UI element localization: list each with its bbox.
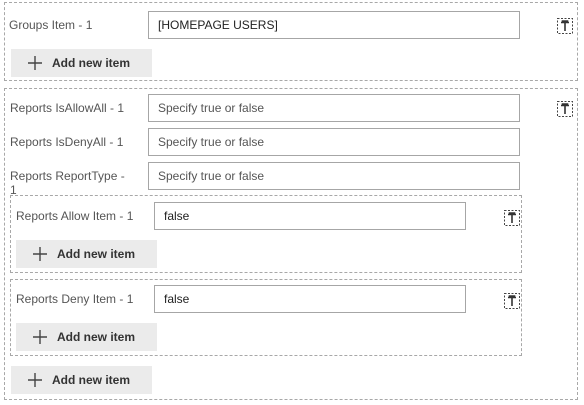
reports-add-new-item-button[interactable]: Add new item bbox=[11, 366, 152, 394]
reports-isdenyall-input[interactable]: Specify true or false bbox=[148, 128, 520, 156]
groups-item-input[interactable]: [HOMEPAGE USERS] bbox=[148, 11, 520, 39]
groups-delete-icon[interactable] bbox=[556, 17, 574, 35]
reports-allow-item-input[interactable]: false bbox=[154, 202, 466, 230]
reports-deny-item-input[interactable]: false bbox=[154, 285, 466, 313]
plus-icon bbox=[32, 329, 48, 345]
reports-isdenyall-label: Reports IsDenyAll - 1 bbox=[10, 135, 124, 149]
add-new-item-label: Add new item bbox=[57, 247, 136, 261]
add-new-item-label: Add new item bbox=[57, 330, 136, 344]
groups-item-label: Groups Item - 1 bbox=[9, 18, 93, 32]
plus-icon bbox=[27, 372, 43, 388]
reports-isallowall-label: Reports IsAllowAll - 1 bbox=[10, 101, 125, 115]
plus-icon bbox=[27, 55, 43, 71]
groups-add-new-item-button[interactable]: Add new item bbox=[11, 49, 152, 77]
reports-allow-item-label: Reports Allow Item - 1 bbox=[16, 209, 134, 223]
reports-deny-item-label: Reports Deny Item - 1 bbox=[16, 292, 134, 306]
reports-isallowall-input[interactable]: Specify true or false bbox=[148, 94, 520, 122]
reports-reporttype-label: Reports ReportType - 1 bbox=[10, 169, 125, 197]
plus-icon bbox=[32, 246, 48, 262]
reports-allow-add-new-item-button[interactable]: Add new item bbox=[16, 240, 157, 268]
reports-deny-add-new-item-button[interactable]: Add new item bbox=[16, 323, 157, 351]
add-new-item-label: Add new item bbox=[52, 56, 131, 70]
reports-reporttype-input[interactable]: Specify true or false bbox=[148, 162, 520, 190]
reports-delete-icon[interactable] bbox=[556, 100, 574, 118]
reports-deny-delete-icon[interactable] bbox=[503, 292, 521, 310]
reports-allow-delete-icon[interactable] bbox=[503, 209, 521, 227]
add-new-item-label: Add new item bbox=[52, 373, 131, 387]
